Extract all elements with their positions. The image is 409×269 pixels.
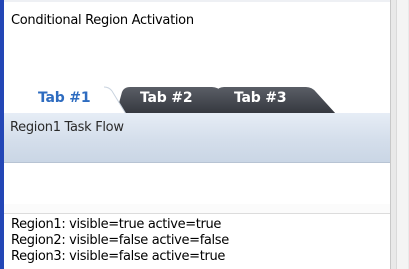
region-panel: Region1 Task Flow (4, 113, 390, 163)
region-status-list: Region1: visible=true active=true Region… (11, 217, 229, 265)
status-line-region3: Region3: visible=false active=true (11, 249, 225, 264)
tab-1[interactable]: Tab #1 (38, 90, 91, 106)
page-title: Conditional Region Activation (11, 13, 194, 28)
tab-3[interactable]: Tab #3 (234, 90, 287, 106)
region-panel-body (4, 163, 390, 205)
separator (4, 204, 390, 214)
window-top-border (4, 0, 390, 2)
scrollbar-track[interactable] (396, 0, 408, 269)
status-line-region1: Region1: visible=true active=true (11, 217, 222, 232)
tab-bar: Tab #1 Tab #2 Tab #3 (4, 84, 390, 114)
tab-2[interactable]: Tab #2 (140, 90, 193, 106)
region-task-flow-label: Region1 Task Flow (10, 120, 124, 135)
vertical-scrollbar[interactable] (390, 0, 409, 269)
status-line-region2: Region2: visible=false active=false (11, 233, 229, 248)
